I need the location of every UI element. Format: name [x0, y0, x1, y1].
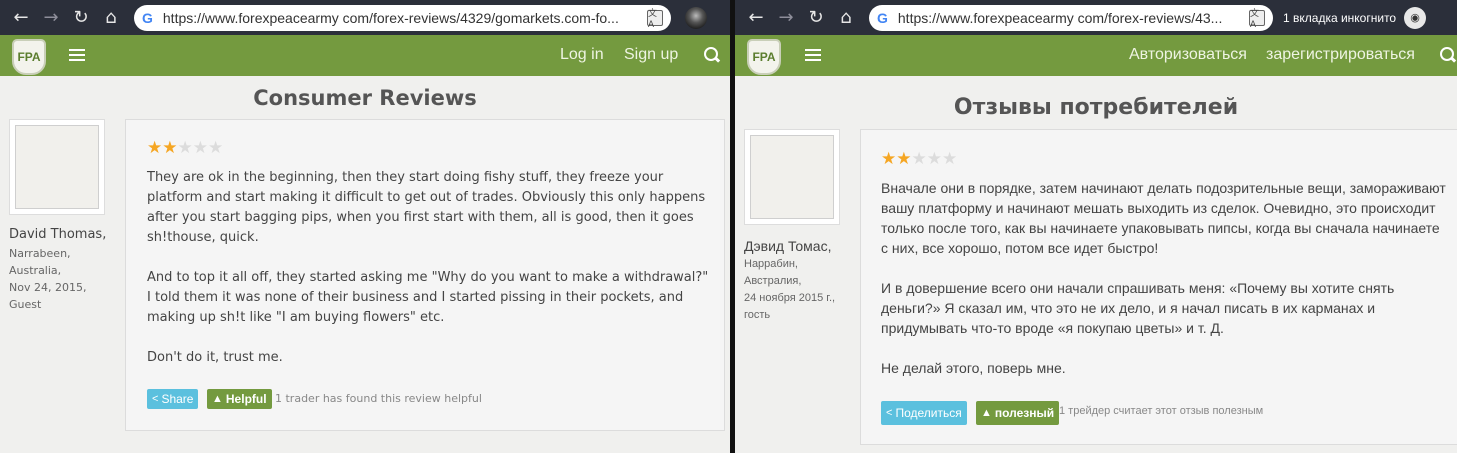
login-link[interactable]: Авторизоваться: [1129, 46, 1247, 64]
right-browser-window: ← → ↻ ⌂ G https://www.forexpeacearmy com…: [735, 0, 1457, 453]
back-arrow-icon[interactable]: ←: [741, 5, 771, 31]
left-browser-window: ← → ↻ ⌂ G https://www.forexpeacearmy com…: [0, 0, 730, 453]
reviewer-location-country: Australia,: [9, 264, 62, 277]
page-title: Consumer Reviews: [253, 86, 477, 110]
reviewer-location-country: Австралия,: [744, 275, 802, 287]
helpful-button-label: Helpful: [225, 392, 267, 406]
share-button[interactable]: < Поделиться: [881, 401, 967, 425]
rating-stars: ★★★★★: [147, 138, 223, 158]
incognito-icon[interactable]: ◉: [1404, 6, 1427, 29]
star-empty-icon: ★: [192, 138, 208, 158]
url-text: https://www.forexpeacearmy com/forex-rev…: [897, 9, 1223, 26]
review-paragraph: Don't do it, trust me.: [147, 350, 283, 365]
browser-toolbar: ← → ↻ ⌂ G https://www.forexpeacearmy com…: [0, 0, 730, 35]
site-header: FPA Авторизоваться зарегистрироваться: [735, 35, 1457, 76]
reload-icon[interactable]: ↻: [801, 5, 831, 31]
address-bar[interactable]: G https://www.forexpeacearmy com/forex-r…: [869, 4, 1273, 31]
review-paragraph: And to top it all off, they started aski…: [147, 270, 709, 325]
search-icon[interactable]: [704, 47, 720, 63]
home-icon[interactable]: ⌂: [831, 5, 861, 31]
user-avatar: [9, 119, 105, 215]
reviewer-meta: Narrabeen, Australia, Nov 24, 2015, Gues…: [9, 245, 86, 313]
translate-icon[interactable]: 文A: [1249, 8, 1265, 29]
translate-icon[interactable]: 文A: [647, 8, 663, 29]
search-icon[interactable]: [1440, 47, 1456, 63]
back-arrow-icon[interactable]: ←: [6, 5, 36, 31]
review-paragraph: И в довершение всего они начали спрашива…: [881, 280, 1395, 336]
page-title: Отзывы потребителей: [953, 95, 1239, 120]
review-date: 24 ноября 2015 г.,: [744, 292, 836, 304]
share-icon: <: [152, 393, 159, 405]
star-filled-icon: ★: [147, 138, 163, 158]
helpful-button[interactable]: ▲ Helpful: [207, 389, 272, 409]
review-box: ★★★★★ They are ok in the beginning, then…: [125, 119, 725, 431]
thumbs-up-icon: ▲: [212, 393, 223, 405]
reload-icon[interactable]: ↻: [66, 5, 96, 31]
avatar-placeholder: [750, 135, 834, 219]
reviewer-role: Guest: [9, 298, 42, 311]
fpa-logo[interactable]: FPA: [12, 39, 46, 75]
home-icon[interactable]: ⌂: [96, 5, 126, 31]
forward-arrow-icon[interactable]: →: [36, 5, 66, 31]
url-text: https://www.forexpeacearmy com/forex-rev…: [162, 9, 619, 26]
reviewer-name[interactable]: David Thomas,: [9, 227, 106, 242]
forward-arrow-icon[interactable]: →: [771, 5, 801, 31]
helpful-button-label: полезный: [994, 406, 1055, 420]
hamburger-menu-icon[interactable]: [69, 49, 85, 61]
star-filled-icon: ★: [896, 149, 912, 169]
review-text: They are ok in the beginning, then they …: [147, 168, 712, 388]
google-icon: G: [877, 9, 888, 26]
incognito-label: 1 вкладка инкогнито: [1283, 10, 1397, 25]
profile-avatar[interactable]: [685, 6, 707, 29]
share-button-label: Share: [161, 392, 194, 406]
hamburger-menu-icon[interactable]: [805, 49, 821, 61]
reviewer-meta: Наррабин, Австралия, 24 ноября 2015 г., …: [744, 256, 835, 324]
share-icon: <: [886, 407, 893, 419]
reviewer-location-city: Narrabeen,: [9, 247, 71, 260]
signup-link[interactable]: зарегистрироваться: [1266, 46, 1415, 64]
fpa-logo[interactable]: FPA: [747, 39, 781, 75]
helpful-count-text: 1 трейдер считает этот отзыв полезным: [1059, 405, 1264, 417]
star-empty-icon: ★: [911, 149, 927, 169]
reviewer-location-city: Наррабин,: [744, 258, 798, 270]
thumbs-up-icon: ▲: [981, 407, 992, 419]
share-button[interactable]: < Share: [147, 389, 199, 409]
review-paragraph: Вначале они в порядке, затем начинают де…: [881, 180, 1446, 256]
helpful-count-text: 1 trader has found this review helpful: [275, 392, 482, 405]
signup-link[interactable]: Sign up: [624, 46, 678, 64]
helpful-button[interactable]: ▲ полезный: [976, 401, 1060, 425]
browser-toolbar: ← → ↻ ⌂ G https://www.forexpeacearmy com…: [735, 0, 1457, 35]
google-icon: G: [142, 9, 153, 26]
review-paragraph: Не делай этого, поверь мне.: [881, 360, 1066, 376]
user-avatar: [744, 129, 840, 225]
address-bar[interactable]: G https://www.forexpeacearmy com/forex-r…: [134, 4, 671, 31]
star-filled-icon: ★: [881, 149, 897, 169]
reviewer-name[interactable]: Дэвид Томас,: [744, 238, 832, 254]
star-filled-icon: ★: [162, 138, 178, 158]
star-empty-icon: ★: [208, 138, 224, 158]
review-paragraph: They are ok in the beginning, then they …: [147, 170, 706, 245]
rating-stars: ★★★★★: [881, 149, 957, 169]
star-empty-icon: ★: [942, 149, 958, 169]
site-header: FPA Log in Sign up: [0, 35, 730, 76]
star-empty-icon: ★: [926, 149, 942, 169]
share-button-label: Поделиться: [895, 406, 962, 420]
login-link[interactable]: Log in: [560, 46, 604, 64]
star-empty-icon: ★: [177, 138, 193, 158]
avatar-placeholder: [15, 125, 99, 209]
reviewer-role: гость: [744, 309, 771, 321]
review-text: Вначале они в порядке, затем начинают де…: [881, 178, 1446, 398]
review-date: Nov 24, 2015,: [9, 281, 87, 294]
review-box: ★★★★★ Вначале они в порядке, затем начин…: [860, 129, 1457, 445]
